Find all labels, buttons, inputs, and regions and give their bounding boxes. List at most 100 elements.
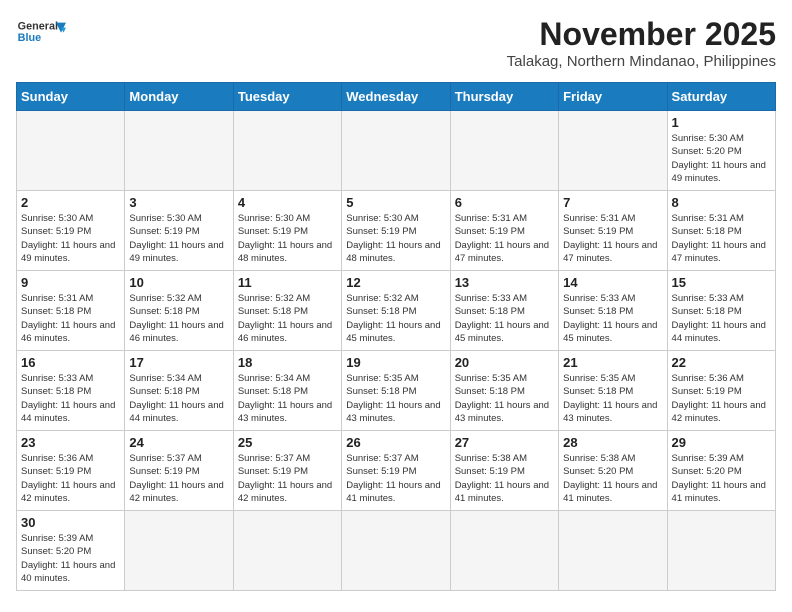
calendar-cell: 28 Sunrise: 5:38 AM Sunset: 5:20 PM Dayli… — [559, 431, 667, 511]
day-number: 30 — [21, 515, 120, 530]
day-number: 13 — [455, 275, 554, 290]
calendar-cell — [342, 111, 450, 191]
day-number: 18 — [238, 355, 337, 370]
day-number: 2 — [21, 195, 120, 210]
day-number: 21 — [563, 355, 662, 370]
calendar-cell: 27 Sunrise: 5:38 AM Sunset: 5:19 PM Dayli… — [450, 431, 558, 511]
day-info: Sunrise: 5:30 AM Sunset: 5:19 PM Dayligh… — [346, 212, 445, 265]
day-number: 11 — [238, 275, 337, 290]
logo-svg: General Blue — [16, 16, 66, 46]
calendar-cell: 3Sunrise: 5:30 AM Sunset: 5:19 PM Daylig… — [125, 191, 233, 271]
day-number: 17 — [129, 355, 228, 370]
week-row-5: 23 Sunrise: 5:36 AM Sunset: 5:19 PM Dayli… — [17, 431, 776, 511]
calendar-cell: 2Sunrise: 5:30 AM Sunset: 5:19 PM Daylig… — [17, 191, 125, 271]
day-info: Sunrise: 5:30 AM Sunset: 5:19 PM Dayligh… — [238, 212, 337, 265]
day-info: Sunrise: 5:36 AM Sunset: 5:19 PM Dayligh… — [21, 452, 120, 505]
day-number: 8 — [672, 195, 771, 210]
calendar-cell — [450, 511, 558, 591]
day-number: 25 — [238, 435, 337, 450]
weekday-header-sunday: Sunday — [17, 83, 125, 111]
calendar-cell — [233, 111, 341, 191]
day-info: Sunrise: 5:38 AM Sunset: 5:19 PM Dayligh… — [455, 452, 554, 505]
calendar-cell: 22Sunrise: 5:36 AM Sunset: 5:19 PM Dayli… — [667, 351, 775, 431]
calendar-cell: 15 Sunrise: 5:33 AM Sunset: 5:18 PM Dayli… — [667, 271, 775, 351]
day-number: 26 — [346, 435, 445, 450]
week-row-3: 9Sunrise: 5:31 AM Sunset: 5:18 PM Daylig… — [17, 271, 776, 351]
calendar-cell: 20Sunrise: 5:35 AM Sunset: 5:18 PM Dayli… — [450, 351, 558, 431]
day-info: Sunrise: 5:33 AM Sunset: 5:18 PM Dayligh… — [455, 292, 554, 345]
calendar-cell: 16 Sunrise: 5:33 AM Sunset: 5:18 PM Dayli… — [17, 351, 125, 431]
calendar-cell: 26 Sunrise: 5:37 AM Sunset: 5:19 PM Dayli… — [342, 431, 450, 511]
weekday-header-monday: Monday — [125, 83, 233, 111]
calendar-cell: 1Sunrise: 5:30 AM Sunset: 5:20 PM Daylig… — [667, 111, 775, 191]
calendar-cell: 21 Sunrise: 5:35 AM Sunset: 5:18 PM Dayli… — [559, 351, 667, 431]
calendar-cell: 10Sunrise: 5:32 AM Sunset: 5:18 PM Dayli… — [125, 271, 233, 351]
day-number: 27 — [455, 435, 554, 450]
day-info: Sunrise: 5:37 AM Sunset: 5:19 PM Dayligh… — [346, 452, 445, 505]
day-number: 14 — [563, 275, 662, 290]
day-info: Sunrise: 5:35 AM Sunset: 5:18 PM Dayligh… — [563, 372, 662, 425]
calendar-cell: 9Sunrise: 5:31 AM Sunset: 5:18 PM Daylig… — [17, 271, 125, 351]
day-info: Sunrise: 5:31 AM Sunset: 5:19 PM Dayligh… — [455, 212, 554, 265]
day-info: Sunrise: 5:31 AM Sunset: 5:19 PM Dayligh… — [563, 212, 662, 265]
day-number: 19 — [346, 355, 445, 370]
day-number: 12 — [346, 275, 445, 290]
day-info: Sunrise: 5:39 AM Sunset: 5:20 PM Dayligh… — [672, 452, 771, 505]
weekday-header-friday: Friday — [559, 83, 667, 111]
week-row-1: 1Sunrise: 5:30 AM Sunset: 5:20 PM Daylig… — [17, 111, 776, 191]
calendar-cell: 24Sunrise: 5:37 AM Sunset: 5:19 PM Dayli… — [125, 431, 233, 511]
calendar-cell: 18 Sunrise: 5:34 AM Sunset: 5:18 PM Dayli… — [233, 351, 341, 431]
weekday-header-wednesday: Wednesday — [342, 83, 450, 111]
month-title: November 2025 — [507, 16, 776, 53]
calendar-cell: 19 Sunrise: 5:35 AM Sunset: 5:18 PM Dayli… — [342, 351, 450, 431]
calendar-cell — [667, 511, 775, 591]
day-info: Sunrise: 5:35 AM Sunset: 5:18 PM Dayligh… — [346, 372, 445, 425]
calendar-cell: 13 Sunrise: 5:33 AM Sunset: 5:18 PM Dayli… — [450, 271, 558, 351]
header: General Blue November 2025 Talakag, Nort… — [16, 16, 776, 70]
day-info: Sunrise: 5:32 AM Sunset: 5:18 PM Dayligh… — [238, 292, 337, 345]
location-title: Talakag, Northern Mindanao, Philippines — [507, 53, 776, 70]
day-number: 10 — [129, 275, 228, 290]
day-info: Sunrise: 5:39 AM Sunset: 5:20 PM Dayligh… — [21, 532, 120, 585]
calendar-cell — [125, 111, 233, 191]
calendar-cell — [559, 511, 667, 591]
week-row-4: 16 Sunrise: 5:33 AM Sunset: 5:18 PM Dayli… — [17, 351, 776, 431]
day-info: Sunrise: 5:38 AM Sunset: 5:20 PM Dayligh… — [563, 452, 662, 505]
day-number: 15 — [672, 275, 771, 290]
logo: General Blue — [16, 16, 66, 48]
day-number: 23 — [21, 435, 120, 450]
calendar-cell: 11 Sunrise: 5:32 AM Sunset: 5:18 PM Dayli… — [233, 271, 341, 351]
day-number: 20 — [455, 355, 554, 370]
day-info: Sunrise: 5:33 AM Sunset: 5:18 PM Dayligh… — [672, 292, 771, 345]
calendar-cell: 12 Sunrise: 5:32 AM Sunset: 5:18 PM Dayli… — [342, 271, 450, 351]
day-info: Sunrise: 5:33 AM Sunset: 5:18 PM Dayligh… — [563, 292, 662, 345]
calendar-table: SundayMondayTuesdayWednesdayThursdayFrid… — [16, 82, 776, 591]
svg-text:Blue: Blue — [18, 32, 41, 44]
calendar-cell — [450, 111, 558, 191]
day-number: 7 — [563, 195, 662, 210]
svg-text:General: General — [18, 20, 58, 32]
title-area: November 2025 Talakag, Northern Mindanao… — [507, 16, 776, 70]
day-number: 5 — [346, 195, 445, 210]
calendar-cell — [342, 511, 450, 591]
calendar-cell — [233, 511, 341, 591]
day-info: Sunrise: 5:32 AM Sunset: 5:18 PM Dayligh… — [346, 292, 445, 345]
calendar-cell: 7 Sunrise: 5:31 AM Sunset: 5:19 PM Daylig… — [559, 191, 667, 271]
calendar-cell — [559, 111, 667, 191]
day-number: 29 — [672, 435, 771, 450]
weekday-header-thursday: Thursday — [450, 83, 558, 111]
calendar-cell: 29 Sunrise: 5:39 AM Sunset: 5:20 PM Dayli… — [667, 431, 775, 511]
day-number: 28 — [563, 435, 662, 450]
calendar-header-row: SundayMondayTuesdayWednesdayThursdayFrid… — [17, 83, 776, 111]
calendar-cell: 30 Sunrise: 5:39 AM Sunset: 5:20 PM Dayli… — [17, 511, 125, 591]
calendar-cell: 6Sunrise: 5:31 AM Sunset: 5:19 PM Daylig… — [450, 191, 558, 271]
day-number: 24 — [129, 435, 228, 450]
day-info: Sunrise: 5:31 AM Sunset: 5:18 PM Dayligh… — [672, 212, 771, 265]
day-info: Sunrise: 5:34 AM Sunset: 5:18 PM Dayligh… — [238, 372, 337, 425]
calendar-cell: 17Sunrise: 5:34 AM Sunset: 5:18 PM Dayli… — [125, 351, 233, 431]
day-number: 16 — [21, 355, 120, 370]
day-info: Sunrise: 5:33 AM Sunset: 5:18 PM Dayligh… — [21, 372, 120, 425]
calendar-cell: 14 Sunrise: 5:33 AM Sunset: 5:18 PM Dayli… — [559, 271, 667, 351]
day-number: 1 — [672, 115, 771, 130]
day-info: Sunrise: 5:30 AM Sunset: 5:19 PM Dayligh… — [129, 212, 228, 265]
